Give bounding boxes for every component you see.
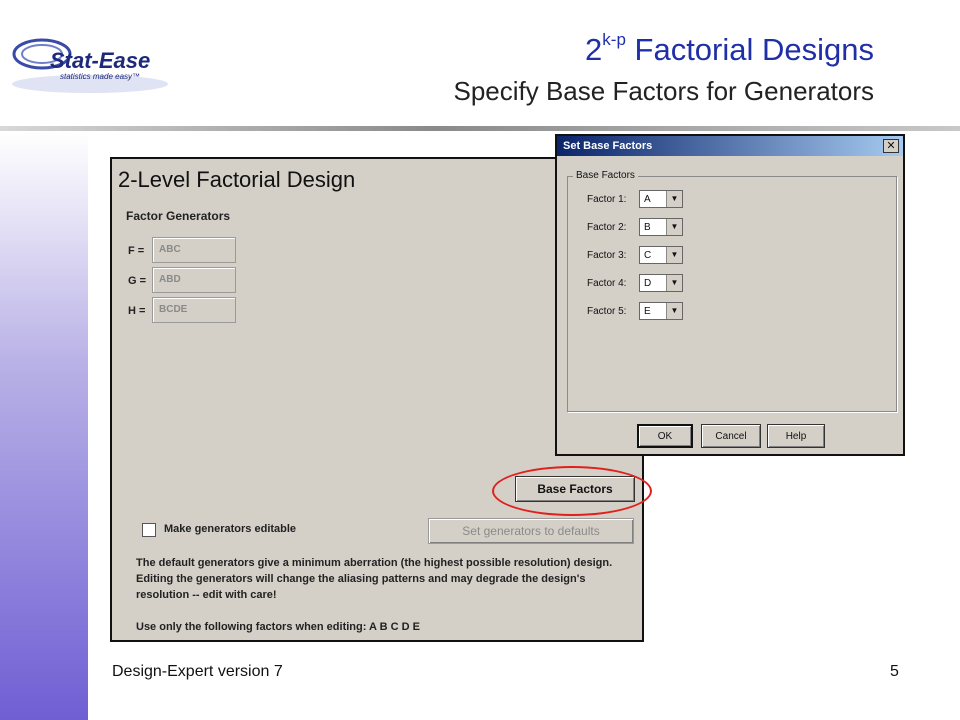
- cancel-button[interactable]: Cancel: [701, 424, 761, 448]
- factor-row-2: Factor 2: B ▼: [587, 218, 787, 238]
- note-line: resolution -- edit with care!: [136, 589, 277, 601]
- factor-generators-label: Factor Generators: [126, 209, 231, 223]
- generator-row-h: H = BCDE: [126, 297, 326, 325]
- factor-value: E: [644, 306, 651, 317]
- dialog-titlebar: Set Base Factors ✕: [557, 136, 903, 156]
- slide-title: 2k-p Factorial Designs: [585, 30, 874, 68]
- generator-label: F =: [128, 245, 145, 257]
- base-factors-group: [567, 176, 897, 412]
- logo-tagline: statistics made easy™: [60, 72, 141, 81]
- factor-label: Factor 5:: [587, 306, 627, 317]
- chevron-down-icon[interactable]: ▼: [666, 191, 682, 207]
- generator-row-g: G = ABD: [126, 267, 326, 295]
- slide-subtitle: Specify Base Factors for Generators: [453, 76, 874, 106]
- factor-5-select[interactable]: E ▼: [639, 302, 683, 320]
- page-number: 5: [890, 663, 899, 680]
- set-base-factors-dialog: Set Base Factors ✕ Base Factors Factor 1…: [555, 134, 905, 456]
- ok-button[interactable]: OK: [637, 424, 693, 448]
- title-base: 2: [585, 32, 603, 67]
- window-title: 2-Level Factorial Design: [118, 167, 356, 192]
- chevron-down-icon[interactable]: ▼: [666, 275, 682, 291]
- make-editable-checkbox[interactable]: [142, 523, 156, 537]
- chevron-down-icon[interactable]: ▼: [666, 219, 682, 235]
- factor-label: Factor 4:: [587, 278, 627, 289]
- factor-3-select[interactable]: C ▼: [639, 246, 683, 264]
- logo-name: Stat-Ease: [50, 48, 151, 73]
- chevron-down-icon[interactable]: ▼: [666, 247, 682, 263]
- factor-label: Factor 2:: [587, 222, 627, 233]
- title-rest: Factorial Designs: [625, 32, 874, 67]
- factor-row-4: Factor 4: D ▼: [587, 274, 787, 294]
- close-icon[interactable]: ✕: [883, 139, 899, 153]
- highlight-ellipse: [492, 466, 652, 516]
- factor-row-3: Factor 3: C ▼: [587, 246, 787, 266]
- generator-label: H =: [128, 305, 146, 317]
- factor-value: B: [644, 222, 651, 233]
- generator-value: BCDE: [159, 304, 188, 315]
- generator-h-field[interactable]: BCDE: [152, 297, 236, 323]
- stat-ease-logo: Stat-Ease statistics made easy™: [10, 34, 180, 100]
- factor-label: Factor 1:: [587, 194, 627, 205]
- factor-1-select[interactable]: A ▼: [639, 190, 683, 208]
- factor-2-select[interactable]: B ▼: [639, 218, 683, 236]
- factor-value: C: [644, 250, 652, 261]
- dialog-title: Set Base Factors: [563, 140, 653, 152]
- help-button[interactable]: Help: [767, 424, 825, 448]
- factor-label: Factor 3:: [587, 250, 627, 261]
- factor-value: A: [644, 194, 651, 205]
- note-line: Editing the generators will change the a…: [136, 573, 586, 585]
- factors-note: Use only the following factors when edit…: [136, 621, 420, 633]
- factor-value: D: [644, 278, 652, 289]
- generator-label: G =: [128, 275, 147, 287]
- factor-4-select[interactable]: D ▼: [639, 274, 683, 292]
- generator-f-field[interactable]: ABC: [152, 237, 236, 263]
- group-label: Base Factors: [573, 170, 638, 181]
- slide-sidebar-gradient: [0, 132, 88, 720]
- generator-row-f: F = ABC: [126, 237, 326, 265]
- factor-row-5: Factor 5: E ▼: [587, 302, 787, 322]
- factor-row-1: Factor 1: A ▼: [587, 190, 787, 210]
- footer-version: Design-Expert version 7: [112, 663, 283, 680]
- chevron-down-icon[interactable]: ▼: [666, 303, 682, 319]
- generator-g-field[interactable]: ABD: [152, 267, 236, 293]
- note-line: The default generators give a minimum ab…: [136, 557, 613, 569]
- generator-value: ABC: [159, 244, 181, 255]
- generator-value: ABD: [159, 274, 181, 285]
- make-editable-label: Make generators editable: [164, 523, 297, 535]
- set-defaults-button[interactable]: Set generators to defaults: [428, 518, 634, 544]
- title-superscript: k-p: [602, 30, 626, 49]
- header-divider: [0, 126, 960, 131]
